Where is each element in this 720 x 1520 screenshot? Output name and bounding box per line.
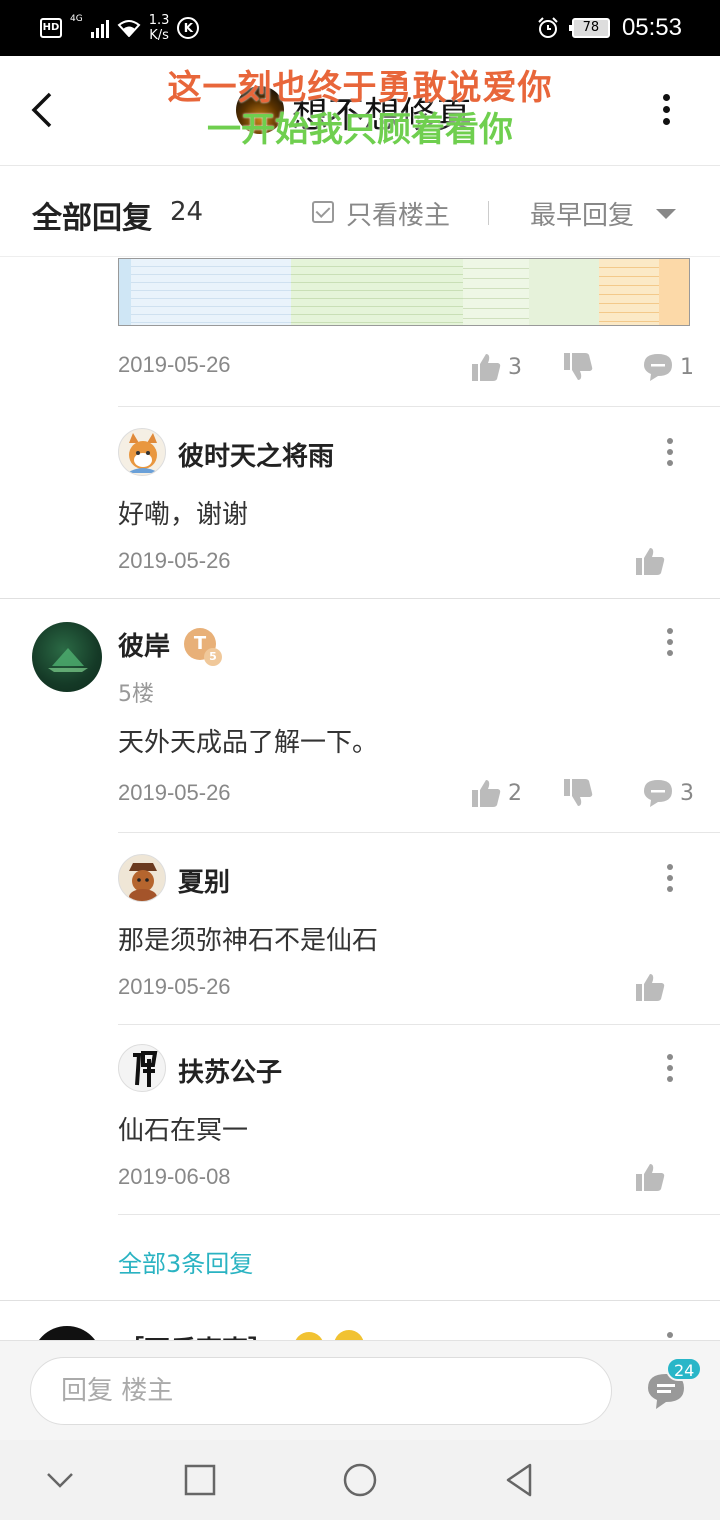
reply-count-badge: 24 (666, 1357, 703, 1381)
badge-icon (294, 1332, 324, 1340)
divider (0, 1300, 720, 1301)
thumbs-up-icon (472, 780, 501, 807)
lyric-overlay-line2: 一开始我只顾着看你 (207, 110, 513, 150)
comment-count: 1 (680, 354, 694, 380)
chevron-down-icon[interactable] (656, 209, 676, 219)
post-date: 2019-05-26 (118, 780, 231, 805)
like-button[interactable] (634, 1162, 666, 1192)
like-button[interactable] (634, 972, 666, 1002)
reply-input[interactable]: 回复 楼主 (30, 1357, 612, 1425)
all-replies-link[interactable]: 全部3条回复 (118, 1244, 253, 1279)
divider (0, 598, 720, 599)
like-count: 2 (508, 780, 522, 806)
more-options-icon[interactable] (665, 1332, 675, 1340)
nav-collapse-icon[interactable] (42, 1462, 78, 1498)
comment-count: 3 (680, 780, 694, 806)
alarm-icon (538, 17, 558, 38)
avatar[interactable] (32, 1326, 102, 1340)
thumbs-up-icon (636, 1164, 665, 1191)
dislike-button[interactable] (562, 352, 594, 382)
reply-list: 2019-05-26 3 1 彼时天之将雨 好嘞，谢谢 2019-05-26 彼… (0, 258, 720, 1340)
reply-text: 那是须弥神石不是仙石 (118, 926, 379, 956)
divider (488, 201, 489, 225)
reply-text: 仙石在冥一 (118, 1116, 249, 1146)
post-text: 天外天成品了解一下。 (118, 728, 379, 758)
hd-icon: HD (40, 18, 62, 38)
post-date: 2019-05-26 (118, 974, 231, 999)
more-options-icon[interactable] (660, 94, 672, 130)
boat-avatar-icon (48, 648, 88, 672)
more-options-icon[interactable] (665, 1054, 675, 1087)
username[interactable]: 夏别 (178, 862, 230, 899)
comment-button[interactable]: 3 (642, 778, 694, 808)
like-button[interactable] (634, 546, 666, 576)
comment-bubble-icon (644, 354, 672, 381)
divider (118, 832, 720, 833)
speed-unit: K/s (149, 28, 169, 43)
post-date: 2019-06-08 (118, 1164, 231, 1189)
k-app-icon: K (177, 17, 200, 39)
post-date: 2019-05-26 (118, 548, 231, 573)
badge-letter: T (193, 633, 207, 654)
top-header: 想不想修真 这一刻也终于勇敢说爱你 一开始我只顾着看你 (0, 56, 720, 166)
more-options-icon[interactable] (665, 628, 675, 661)
reply-filter-bar: 全部回复 24 只看楼主 最早回复 (0, 167, 720, 257)
divider (118, 1214, 720, 1215)
more-options-icon[interactable] (665, 438, 675, 471)
status-left: HD 4G 1.3 K/s K (40, 12, 200, 44)
level-badge-icon: T 5 (184, 628, 222, 666)
username[interactable]: 彼岸 (118, 626, 170, 663)
reply-text: 好嘞，谢谢 (118, 500, 249, 530)
divider (118, 1024, 720, 1025)
wifi-icon (117, 20, 141, 37)
more-options-icon[interactable] (665, 864, 675, 897)
thumbs-down-icon (564, 779, 593, 806)
thumbs-up-icon (636, 548, 665, 575)
floor-number: 5楼 (118, 682, 154, 707)
avatar[interactable] (118, 1044, 166, 1092)
only-op-checkbox[interactable] (312, 201, 334, 223)
network-speed: 1.3 K/s (149, 13, 170, 43)
system-nav-bar (0, 1440, 720, 1520)
nav-home-icon[interactable] (342, 1462, 378, 1498)
speed-value: 1.3 (148, 13, 170, 28)
username[interactable]: 扶苏公子 (178, 1052, 282, 1089)
attached-image[interactable] (118, 258, 690, 326)
like-button[interactable]: 3 (470, 352, 522, 382)
badge-level: 5 (204, 648, 222, 666)
bear-avatar-icon (129, 863, 157, 901)
battery-icon: 78 (568, 18, 610, 38)
like-button[interactable]: 2 (470, 778, 522, 808)
badge-icon (334, 1330, 364, 1340)
signal-icon (90, 18, 109, 38)
fox-avatar-icon (127, 433, 159, 473)
thumbs-up-icon (472, 354, 501, 381)
network-type: 4G (70, 14, 83, 24)
calligraphy-avatar-icon (133, 1051, 158, 1087)
nav-back-icon[interactable] (502, 1462, 538, 1498)
post-date: 2019-05-26 (118, 352, 231, 377)
username[interactable]: ［不乐事事］ (118, 1330, 274, 1340)
reply-bar: 回复 楼主 24 (0, 1340, 720, 1440)
username[interactable]: 彼时天之将雨 (178, 436, 334, 473)
nav-recent-icon[interactable] (182, 1462, 218, 1498)
avatar[interactable] (118, 854, 166, 902)
like-count: 3 (508, 354, 522, 380)
all-replies-heading: 全部回复 (32, 201, 152, 236)
status-right: 78 05:53 (536, 12, 682, 44)
thumbs-down-icon (564, 353, 593, 380)
reply-count: 24 (170, 197, 204, 227)
only-op-label[interactable]: 只看楼主 (346, 195, 450, 232)
comment-bubble-icon (644, 780, 672, 807)
clock: 05:53 (621, 14, 682, 41)
comment-button[interactable]: 1 (642, 352, 694, 382)
status-bar: HD 4G 1.3 K/s K 78 05:53 (0, 0, 720, 56)
sort-dropdown[interactable]: 最早回复 (530, 195, 634, 232)
divider (118, 406, 720, 407)
avatar[interactable] (118, 428, 166, 476)
thumbs-up-icon (636, 974, 665, 1001)
avatar[interactable] (32, 622, 102, 692)
dislike-button[interactable] (562, 778, 594, 808)
